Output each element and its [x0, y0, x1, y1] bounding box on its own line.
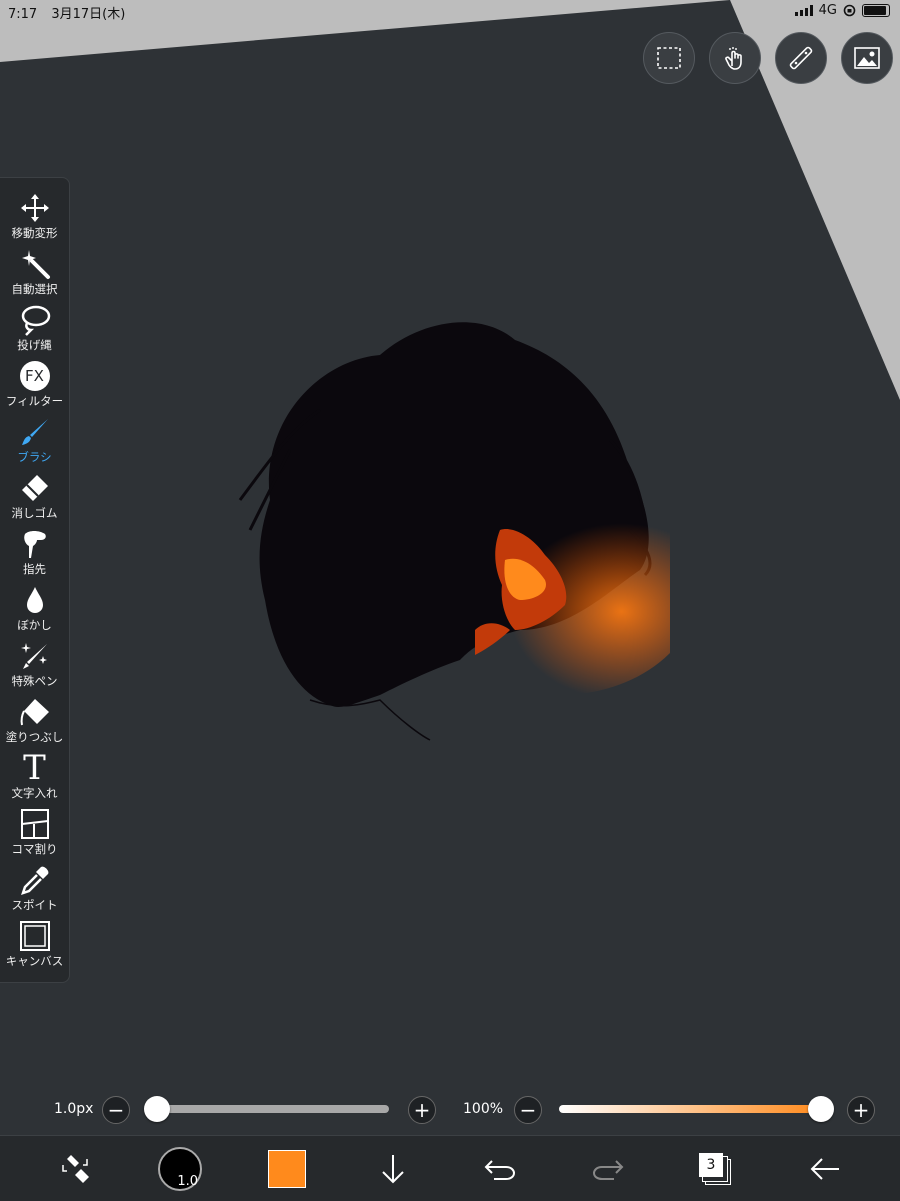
opacity-value: 100% — [463, 1101, 504, 1117]
tool-label: 文字入れ — [11, 786, 58, 800]
brush-icon — [21, 419, 48, 445]
opacity-increase-button[interactable]: + — [847, 1096, 875, 1124]
brush-size-preview-button[interactable]: 1.0 — [155, 1144, 205, 1194]
tool-brush[interactable]: ブラシ — [0, 412, 69, 468]
tool-canvas[interactable]: キャンバス — [0, 916, 69, 972]
tool-frame[interactable]: コマ割り — [0, 804, 69, 860]
arrow-down-icon — [382, 1155, 404, 1184]
tool-label: キャンバス — [5, 954, 64, 968]
brush-size-increase-button[interactable]: + — [408, 1096, 436, 1124]
selection-button[interactable] — [643, 32, 695, 84]
tool-special-pen[interactable]: 特殊ペン — [0, 636, 69, 692]
tool-magic-wand[interactable]: 自動選択 — [0, 244, 69, 300]
status-bar: 7:17 3月17日(木) 4G — [0, 0, 900, 24]
status-date: 3月17日(木) — [51, 7, 126, 22]
artwork-hair-illustration — [238, 322, 670, 741]
canvas-icon — [19, 921, 50, 951]
lasso-icon — [21, 305, 50, 336]
minus-icon: − — [107, 1098, 125, 1122]
rotation-lock-icon — [843, 4, 856, 17]
ruler-button[interactable] — [775, 32, 827, 84]
tool-label: 指先 — [23, 562, 46, 576]
bottom-action-bar: 1.0 3 — [0, 1135, 900, 1201]
transfer-button[interactable] — [368, 1144, 418, 1194]
tool-label: 自動選択 — [11, 282, 58, 296]
selection-icon — [657, 47, 681, 69]
back-button[interactable] — [800, 1144, 850, 1194]
ruler-icon — [789, 46, 813, 70]
tool-label: スポイト — [11, 898, 58, 912]
signal-icon — [794, 5, 813, 16]
undo-button[interactable] — [475, 1144, 525, 1194]
opacity-decrease-button[interactable]: − — [514, 1096, 542, 1124]
tool-label: 移動変形 — [11, 226, 58, 240]
color-picker-button[interactable] — [262, 1144, 312, 1194]
redo-button[interactable] — [583, 1144, 633, 1194]
current-color-swatch — [268, 1150, 306, 1188]
tool-lasso[interactable]: 投げ縄 — [0, 300, 69, 356]
plus-icon: + — [413, 1098, 431, 1122]
tool-label: 塗りつぶし — [5, 730, 64, 744]
tool-label: ぼかし — [17, 618, 52, 632]
image-icon — [854, 47, 880, 69]
frame-divide-icon — [20, 809, 49, 839]
battery-icon — [862, 4, 890, 17]
magic-wand-icon — [21, 250, 50, 279]
brush-size-decrease-button[interactable]: − — [102, 1096, 130, 1124]
tool-label: コマ割り — [11, 842, 58, 856]
tool-eyedropper[interactable]: スポイト — [0, 860, 69, 916]
tool-label: 特殊ペン — [11, 674, 58, 688]
brush-size-value: 1.0px — [54, 1101, 94, 1117]
material-button[interactable] — [841, 32, 893, 84]
tool-label: ブラシ — [17, 450, 52, 464]
brush-eraser-toggle-icon — [62, 1155, 89, 1183]
layers-button[interactable]: 3 — [690, 1144, 740, 1194]
tool-label: 消しゴム — [11, 506, 58, 520]
redo-icon — [592, 1160, 624, 1180]
network-label: 4G — [818, 3, 837, 18]
tool-eraser[interactable]: 消しゴム — [0, 468, 69, 524]
opacity-slider[interactable] — [559, 1105, 821, 1113]
eraser-icon — [21, 475, 48, 501]
brush-size-slider[interactable] — [157, 1105, 389, 1113]
fx-icon: FX — [19, 361, 50, 391]
move-arrows-icon — [20, 194, 49, 222]
tool-blur[interactable]: ぼかし — [0, 580, 69, 636]
blur-drop-icon — [26, 587, 43, 613]
gesture-button[interactable] — [709, 32, 761, 84]
special-pen-icon — [20, 643, 47, 669]
tool-fill[interactable]: 塗りつぶし — [0, 692, 69, 748]
undo-icon — [484, 1160, 516, 1180]
gesture-hand-icon — [725, 47, 742, 70]
tool-finger[interactable]: 指先 — [0, 524, 69, 580]
status-time: 7:17 — [8, 7, 38, 22]
tool-move[interactable]: 移動変形 — [0, 188, 69, 244]
layers-icon: 3 — [699, 1153, 731, 1185]
arrow-left-icon — [810, 1158, 839, 1180]
text-icon: T — [23, 748, 46, 788]
minus-icon: − — [519, 1098, 537, 1122]
swap-brush-eraser-button[interactable] — [50, 1144, 100, 1194]
finger-smudge-icon — [23, 531, 46, 558]
tool-palette: 移動変形 自動選択 投げ縄 FX フィルター ブラシ 消しゴム 指先 ぼかし 特… — [0, 177, 70, 983]
eyedropper-icon — [20, 866, 48, 895]
opacity-handle[interactable] — [808, 1096, 834, 1122]
tool-label: 投げ縄 — [17, 338, 52, 352]
plus-icon: + — [852, 1098, 870, 1122]
brush-size-handle[interactable] — [144, 1096, 170, 1122]
layers-count: 3 — [699, 1153, 723, 1177]
tool-label: フィルター — [5, 394, 64, 408]
bucket-fill-icon — [20, 699, 49, 726]
brush-preview-label: 1.0 — [177, 1174, 198, 1189]
tool-text[interactable]: T 文字入れ — [0, 748, 69, 804]
brush-preview-icon: 1.0 — [158, 1147, 202, 1191]
tool-filter[interactable]: FX フィルター — [0, 356, 69, 412]
